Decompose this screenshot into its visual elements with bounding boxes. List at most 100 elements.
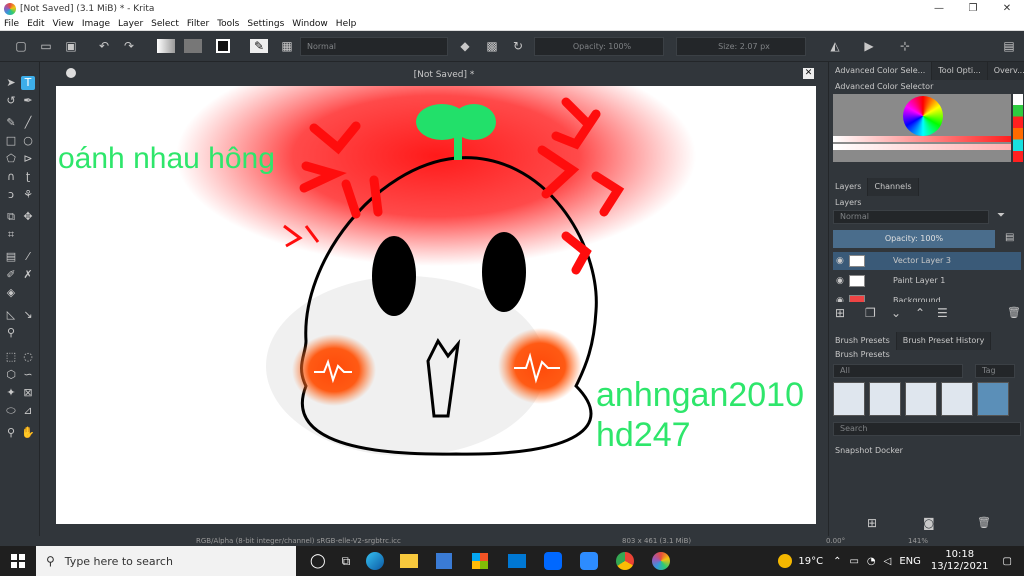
brush-search-input[interactable]: Search (833, 422, 1021, 436)
smart-patch-tool-icon[interactable]: ✐ (4, 268, 18, 282)
file-explorer-icon[interactable] (400, 554, 419, 568)
assistant-tool-icon[interactable]: ↘ (21, 308, 35, 322)
add-layer-icon[interactable]: ⊞ (835, 306, 845, 320)
add-snapshot-icon[interactable]: ⊞ (867, 516, 877, 530)
delete-snapshot-icon[interactable]: 🗑 (977, 516, 991, 529)
zoom-tool-icon[interactable]: ⚲ (4, 426, 18, 440)
new-document-icon[interactable]: ▢ (14, 39, 28, 53)
workspace-icon[interactable]: ▤ (1002, 39, 1016, 53)
close-document-icon[interactable]: ✕ (803, 68, 814, 79)
cortana-icon[interactable]: ◯ (310, 553, 326, 569)
color-slider-2[interactable] (833, 144, 1011, 150)
tab-brush-presets[interactable]: Brush Presets (829, 332, 897, 350)
blend-mode-select[interactable]: Normal (300, 37, 448, 56)
tray-chevron-icon[interactable]: ⌃ (833, 556, 841, 567)
brush-preset-marker[interactable] (977, 382, 1009, 416)
layer-opacity-slider[interactable]: Opacity: 100% (833, 230, 995, 248)
opacity-slider[interactable]: Opacity: 100% (534, 37, 664, 56)
delete-layer-icon[interactable]: 🗑 (1007, 306, 1021, 319)
transform-tool-icon[interactable]: ⧉ (4, 210, 18, 224)
layer-blend-mode-select[interactable]: Normal (833, 210, 989, 224)
clock[interactable]: 10:18 13/12/2021 (931, 549, 989, 573)
tab-overview[interactable]: Overv... (987, 62, 1024, 80)
bezier-select-tool-icon[interactable]: ⬭ (4, 404, 18, 418)
brush-preset-pen[interactable] (869, 382, 901, 416)
horizontal-scrollbar[interactable] (56, 524, 816, 534)
move-down-icon[interactable]: ⌄ (891, 306, 901, 320)
menu-edit[interactable]: Edit (23, 19, 48, 29)
dynamic-brush-tool-icon[interactable]: ↄ (4, 188, 18, 202)
multibrush-tool-icon[interactable]: ⚘ (21, 188, 35, 202)
pattern-swatch[interactable] (184, 39, 202, 53)
layer-properties-icon[interactable]: ☰ (937, 306, 948, 320)
visibility-eye-icon[interactable]: ◉ (836, 272, 844, 290)
brush-preset-airbrush[interactable] (905, 382, 937, 416)
undo-icon[interactable]: ↶ (97, 39, 111, 53)
visibility-eye-icon[interactable]: ◉ (836, 292, 844, 302)
status-zoom[interactable]: 141% (908, 536, 928, 546)
network-icon[interactable]: ◔ (867, 556, 876, 567)
duplicate-layer-icon[interactable]: ❐ (865, 306, 876, 320)
calligraphy-tool-icon[interactable]: ✒ (21, 94, 35, 108)
close-icon[interactable]: ✕ (990, 0, 1024, 17)
save-icon[interactable]: ▣ (64, 39, 78, 53)
ellipse-select-tool-icon[interactable]: ◌ (21, 350, 35, 364)
camera-icon[interactable]: ◙ (923, 516, 935, 530)
filter-icon[interactable]: ⏷ (997, 210, 1005, 221)
menu-select[interactable]: Select (147, 19, 183, 29)
windows-start-icon[interactable] (0, 546, 36, 576)
menu-file[interactable]: File (0, 19, 23, 29)
language-indicator[interactable]: ENG (899, 556, 921, 567)
vertical-scrollbar[interactable] (816, 86, 826, 524)
brush-tag-button[interactable]: Tag (975, 364, 1015, 378)
brush-preset-ink[interactable] (941, 382, 973, 416)
color-swatches[interactable] (1013, 94, 1023, 162)
brush-filter-select[interactable]: All (833, 364, 963, 378)
wrap-icon[interactable]: ⊹ (898, 39, 912, 53)
edit-shapes-tool-icon[interactable]: ↺ (4, 94, 18, 108)
layer-row[interactable]: ◉ Vector Layer 3 (833, 252, 1021, 270)
line-tool-icon[interactable]: ╱ (21, 116, 35, 130)
polyline-tool-icon[interactable]: ⊳ (21, 152, 35, 166)
mirror-horizontal-icon[interactable]: ◭ (828, 39, 842, 53)
size-slider[interactable]: Size: 2.07 px (676, 37, 806, 56)
task-view-icon[interactable]: ⧉ (342, 554, 351, 569)
volume-icon[interactable]: ◁ (884, 556, 892, 567)
weather-temp[interactable]: 19°C (798, 556, 823, 567)
notifications-icon[interactable]: ▢ (1003, 556, 1012, 567)
pan-tool-icon[interactable]: ✋ (21, 426, 35, 440)
eraser-icon[interactable]: ◆ (458, 39, 472, 53)
taskbar-search-input[interactable]: ⚲ Type here to search (36, 546, 296, 576)
crop-tool-icon[interactable]: ⌗ (4, 228, 18, 242)
color-picker-tool-icon[interactable]: ⁄ (21, 250, 35, 264)
edge-icon[interactable] (366, 552, 385, 570)
color-slider-1[interactable] (833, 136, 1011, 142)
maximize-icon[interactable]: ❐ (956, 0, 990, 17)
tab-advanced-color-selector[interactable]: Advanced Color Sele... (829, 62, 933, 80)
freehand-brush-tool-icon[interactable]: ✎ (4, 116, 18, 130)
brush-preset-eraser[interactable] (833, 382, 865, 416)
minimize-icon[interactable]: — (922, 0, 956, 17)
fill-tool-icon[interactable]: ◈ (4, 286, 18, 300)
menu-layer[interactable]: Layer (114, 19, 147, 29)
gradient-tool-icon[interactable]: ▤ (4, 250, 18, 264)
tab-layers[interactable]: Layers (829, 178, 869, 196)
menu-filter[interactable]: Filter (183, 19, 213, 29)
app-grid-icon[interactable] (472, 553, 489, 569)
select-shapes-tool-icon[interactable]: ➤ (4, 76, 18, 90)
freehand-path-tool-icon[interactable]: ʈ (21, 170, 35, 184)
text-tool-icon[interactable]: T (21, 76, 35, 90)
alpha-lock-icon[interactable]: ▩ (485, 39, 499, 53)
brush-preset-icon[interactable]: ✎ (250, 39, 268, 53)
rect-select-tool-icon[interactable]: ⬚ (4, 350, 18, 364)
drawing-canvas[interactable]: oánh nhau hông anhngan2010 hd247 (56, 86, 816, 524)
zalo-icon[interactable] (544, 552, 563, 570)
menu-image[interactable]: Image (78, 19, 114, 29)
layer-row[interactable]: ◉ Background (833, 292, 1021, 302)
zoom-icon[interactable] (580, 552, 599, 570)
move-tool-icon[interactable]: ✥ (21, 210, 35, 224)
tab-brush-preset-history[interactable]: Brush Preset History (896, 332, 992, 350)
freehand-select-tool-icon[interactable]: ∽ (21, 368, 35, 382)
krita-taskbar-icon[interactable] (652, 552, 671, 570)
mail-icon[interactable] (508, 554, 527, 568)
